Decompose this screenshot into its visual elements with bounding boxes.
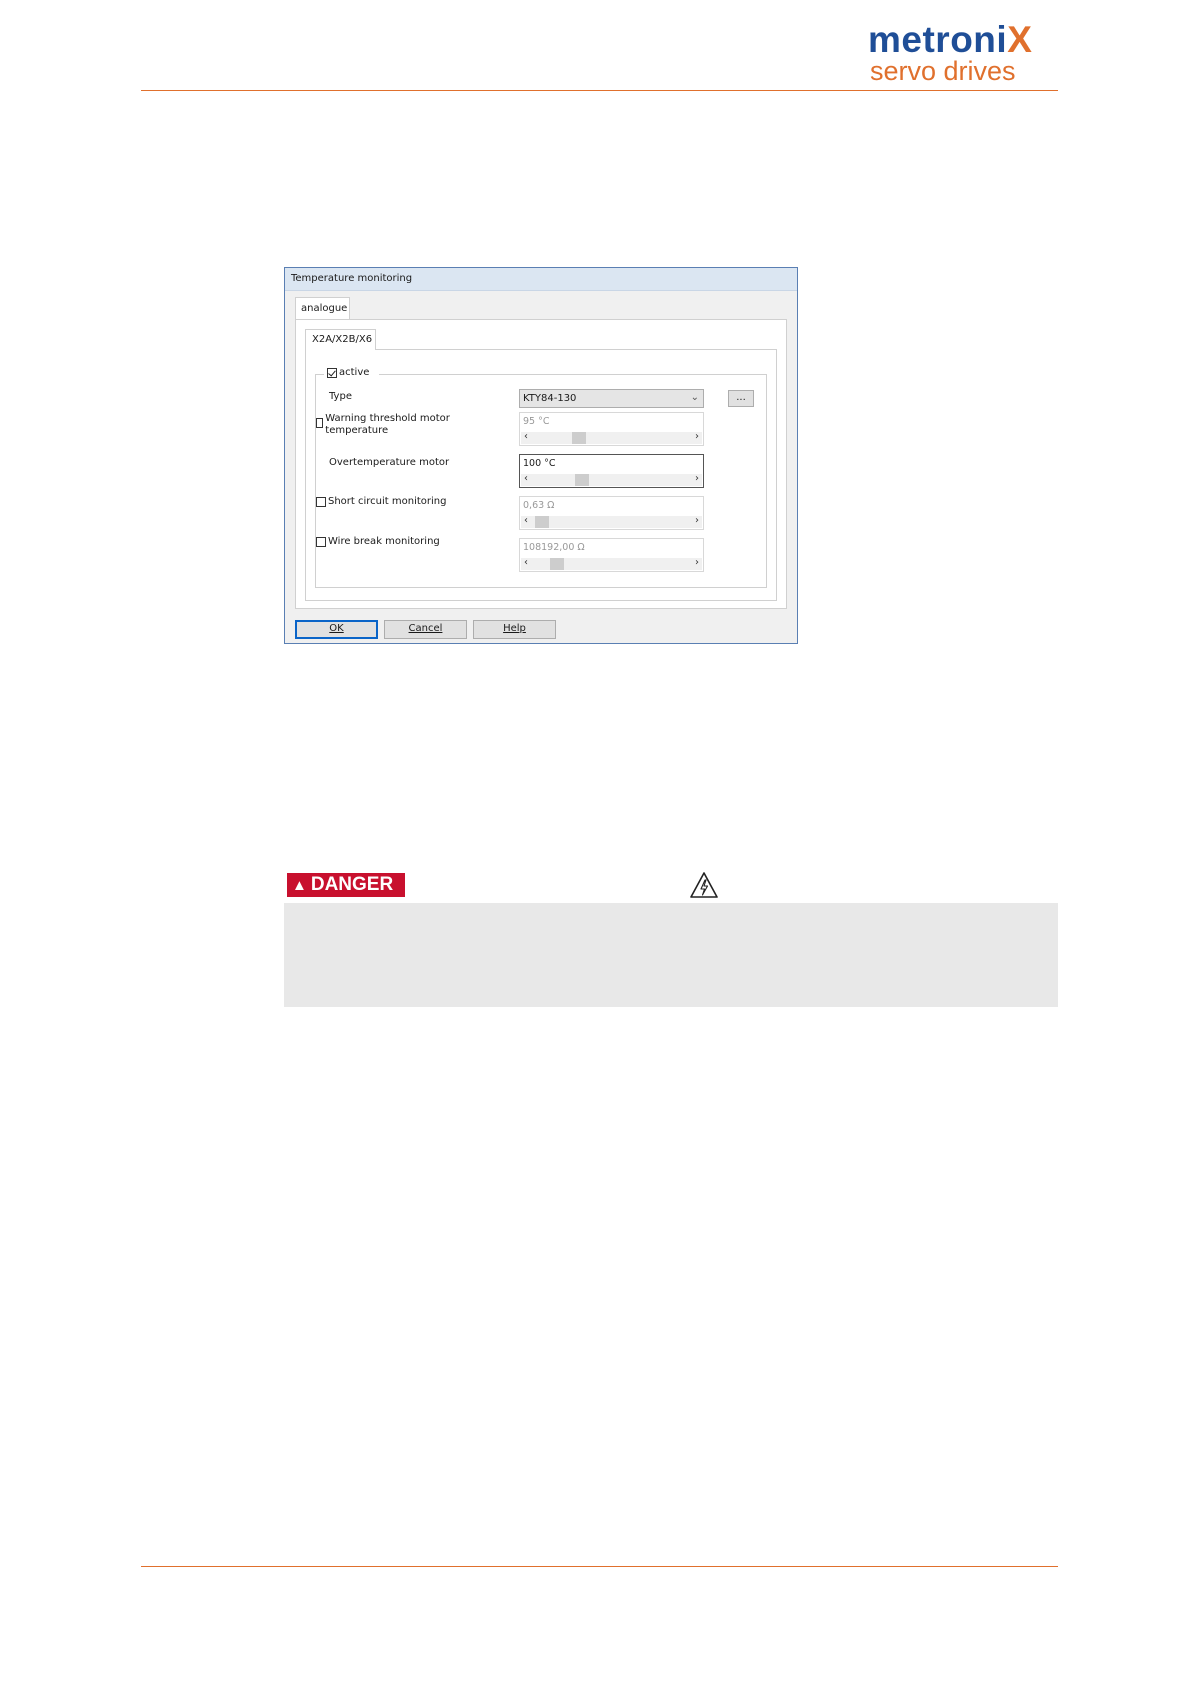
wire-break-label: Wire break monitoring xyxy=(328,536,440,547)
scroll-right-icon[interactable]: › xyxy=(695,557,699,568)
active-checkbox-row[interactable]: active xyxy=(324,367,380,378)
warning-threshold-value: 95 °C xyxy=(523,416,550,427)
connector-panel: active Type KTY84-130 ⌄ ... Warning thre… xyxy=(305,349,777,601)
scroll-right-icon[interactable]: › xyxy=(695,431,699,442)
tab-x2a-x2b-x6-label: X2A/X2B/X6 xyxy=(312,334,373,345)
dialog-title: Temperature monitoring xyxy=(291,273,413,284)
logo-wordmark: metroni xyxy=(868,19,1008,60)
warning-threshold-slider[interactable]: 95 °C ‹ › xyxy=(519,412,704,446)
metronix-logo: metroniX servo drives xyxy=(868,18,1068,86)
scroll-left-icon[interactable]: ‹ xyxy=(524,473,528,484)
ok-button-label: OK xyxy=(329,623,344,634)
short-circuit-value: 0,63 Ω xyxy=(523,500,555,511)
cancel-button-label: Cancel xyxy=(408,623,443,634)
help-button-label: Help xyxy=(503,623,526,634)
analogue-panel: X2A/X2B/X6 active Type KTY84-130 ⌄ ... W… xyxy=(295,319,787,609)
ok-button[interactable]: OK xyxy=(295,620,378,639)
short-circuit-scrollbar[interactable]: ‹ › xyxy=(521,515,702,528)
monitoring-group: active Type KTY84-130 ⌄ ... Warning thre… xyxy=(315,367,767,588)
tab-analogue[interactable]: analogue xyxy=(295,297,350,320)
type-browse-button[interactable]: ... xyxy=(728,390,754,407)
warning-threshold-row: Warning threshold motor temperature xyxy=(316,413,451,437)
dialog-titlebar: Temperature monitoring xyxy=(285,268,797,291)
wire-break-row: Wire break monitoring xyxy=(316,536,440,548)
footer-rule xyxy=(141,1566,1058,1567)
warning-threshold-label: Warning threshold motor temperature xyxy=(325,413,450,436)
short-circuit-row: Short circuit monitoring xyxy=(316,496,447,508)
wire-break-value: 108192,00 Ω xyxy=(523,542,585,553)
danger-label: DANGER xyxy=(310,874,394,895)
help-button[interactable]: Help xyxy=(473,620,556,639)
short-circuit-checkbox[interactable] xyxy=(316,497,326,507)
cancel-button[interactable]: Cancel xyxy=(384,620,467,639)
warning-threshold-checkbox[interactable] xyxy=(316,418,324,428)
warning-threshold-scrollbar[interactable]: ‹ › xyxy=(521,431,702,444)
type-select[interactable]: KTY84-130 ⌄ xyxy=(519,389,704,408)
scrollbar-thumb[interactable] xyxy=(572,432,586,444)
scroll-left-icon[interactable]: ‹ xyxy=(524,557,528,568)
type-select-value: KTY84-130 xyxy=(523,393,577,404)
header-rule xyxy=(141,90,1058,91)
chevron-down-icon: ⌄ xyxy=(690,392,699,403)
short-circuit-label: Short circuit monitoring xyxy=(328,496,447,507)
wire-break-checkbox[interactable] xyxy=(316,537,326,547)
logo-x-mark: X xyxy=(1007,19,1033,60)
tab-analogue-label: analogue xyxy=(301,303,348,314)
danger-badge: ▲ DANGER xyxy=(287,873,405,897)
wire-break-slider[interactable]: 108192,00 Ω ‹ › xyxy=(519,538,704,572)
overtemperature-label: Overtemperature motor xyxy=(329,457,450,468)
high-voltage-warning-icon xyxy=(690,872,718,898)
scrollbar-thumb[interactable] xyxy=(575,474,589,486)
scroll-right-icon[interactable]: › xyxy=(695,473,699,484)
temperature-monitoring-dialog: Temperature monitoring analogue X2A/X2B/… xyxy=(284,267,798,644)
overtemperature-value: 100 °C xyxy=(523,458,556,469)
wire-break-scrollbar[interactable]: ‹ › xyxy=(521,557,702,570)
active-checkbox[interactable] xyxy=(327,367,337,378)
scrollbar-thumb[interactable] xyxy=(535,516,549,528)
danger-notice-box xyxy=(284,903,1058,1007)
warning-triangle-icon: ▲ xyxy=(292,877,307,894)
overtemperature-scrollbar[interactable]: ‹ › xyxy=(521,473,702,486)
active-label: active xyxy=(339,367,370,378)
scroll-left-icon[interactable]: ‹ xyxy=(524,515,528,526)
scroll-left-icon[interactable]: ‹ xyxy=(524,431,528,442)
logo-tagline: servo drives xyxy=(870,56,1016,86)
type-label: Type xyxy=(329,391,352,402)
scrollbar-thumb[interactable] xyxy=(550,558,564,570)
scroll-right-icon[interactable]: › xyxy=(695,515,699,526)
short-circuit-slider[interactable]: 0,63 Ω ‹ › xyxy=(519,496,704,530)
overtemperature-slider[interactable]: 100 °C ‹ › xyxy=(519,454,704,488)
tab-x2a-x2b-x6[interactable]: X2A/X2B/X6 xyxy=(305,329,376,350)
